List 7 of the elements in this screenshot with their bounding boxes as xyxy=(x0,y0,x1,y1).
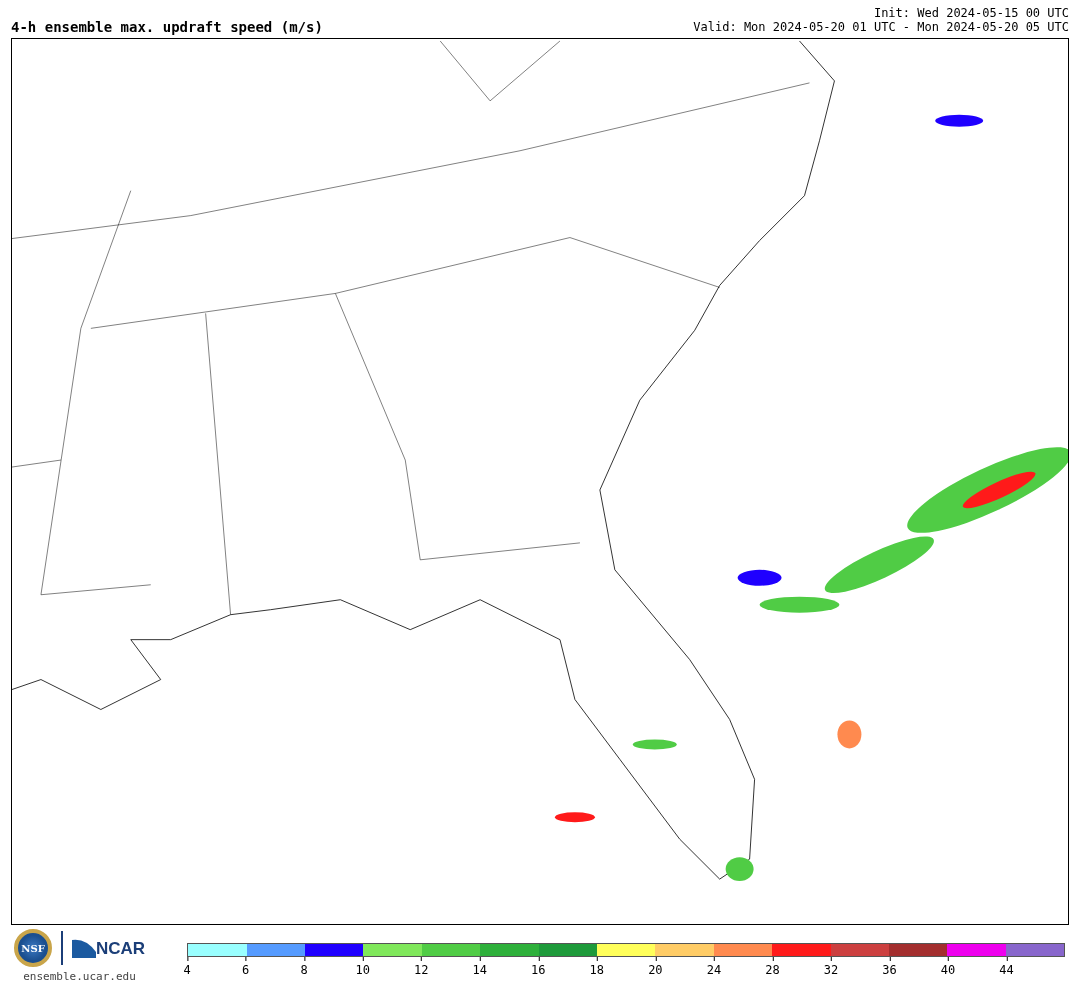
valid-time: Valid: Mon 2024-05-20 01 UTC - Mon 2024-05-20 05 UTC xyxy=(693,20,1069,34)
swoosh-icon xyxy=(72,938,96,958)
nsf-logo: NSF xyxy=(14,929,52,967)
chart-title: 4-h ensemble max. updraft speed (m/s) xyxy=(11,20,323,34)
init-time: Init: Wed 2024-05-15 00 UTC xyxy=(872,6,1069,20)
ncar-logo: NCAR xyxy=(96,939,146,957)
site-url: ensemble.ucar.edu xyxy=(23,969,136,985)
